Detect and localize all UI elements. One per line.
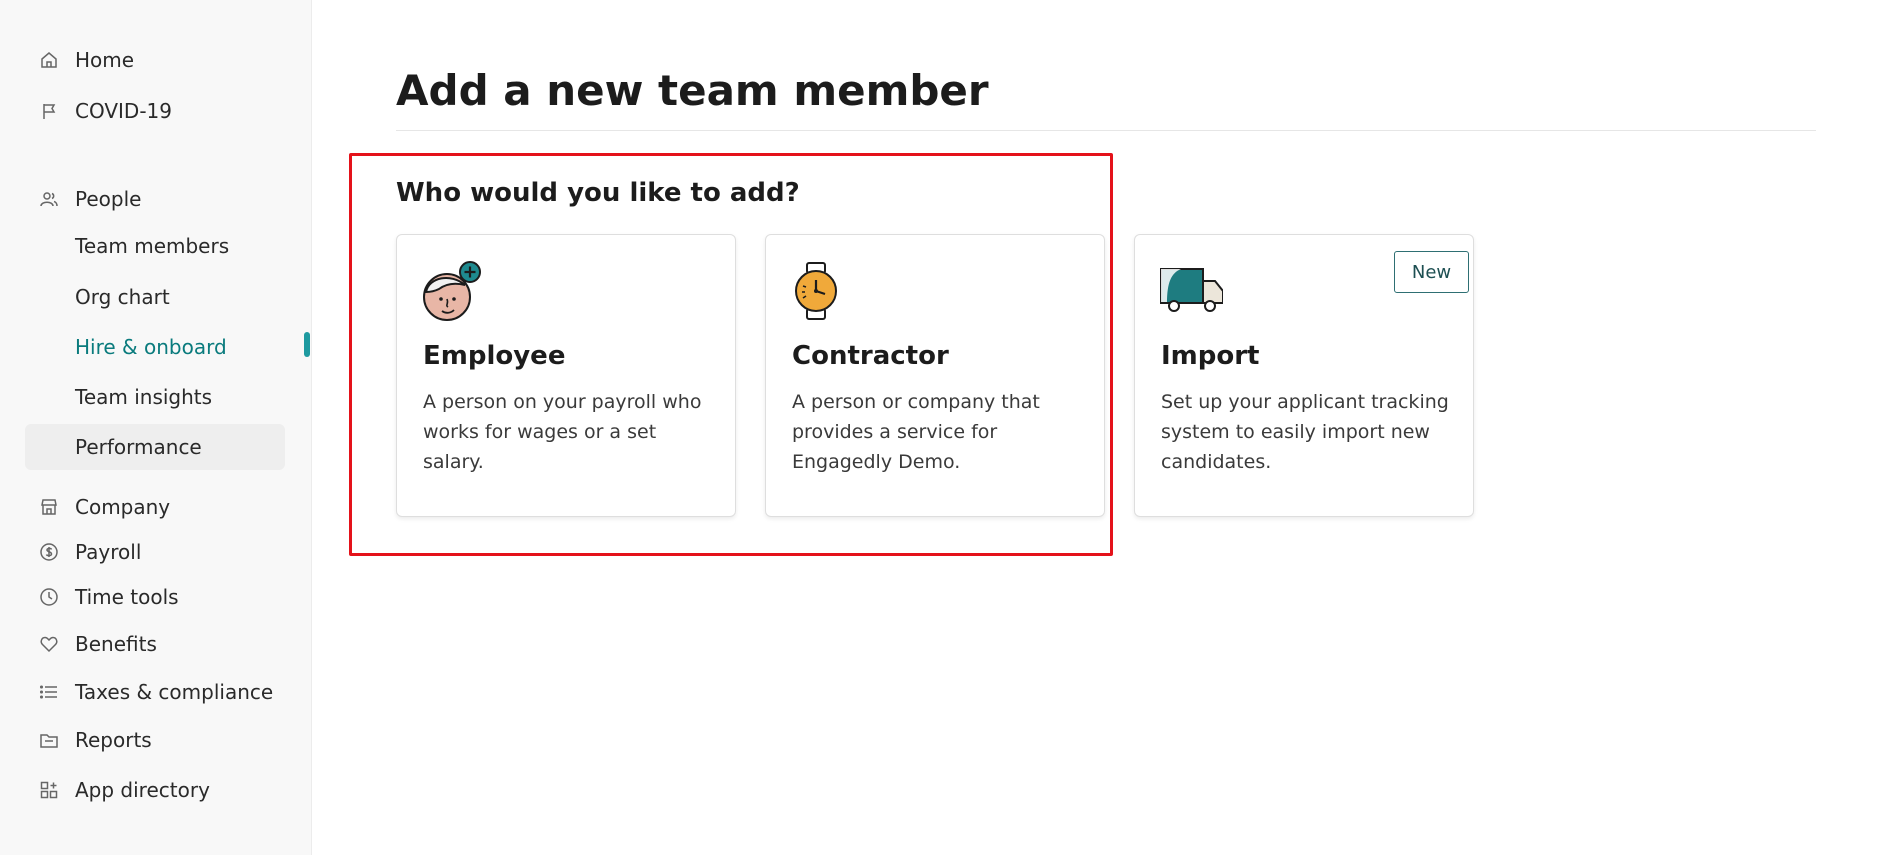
sidebar-item-label: App directory [75,778,210,802]
folder-icon [39,730,59,750]
sidebar-item-team-members[interactable]: Team members [25,223,285,269]
store-icon [39,497,59,517]
sidebar-item-taxes-compliance[interactable]: Taxes & compliance [25,669,285,715]
title-divider [396,130,1816,131]
sidebar-item-label: Home [75,48,135,72]
card-title: Import [1161,341,1260,371]
sidebar-item-people[interactable]: People [25,176,285,222]
people-icon [39,189,59,209]
employee-illustration-icon [421,259,485,323]
sidebar-item-label: People [75,187,142,211]
list-icon [39,682,59,702]
sidebar-item-covid-19[interactable]: COVID-19 [25,88,285,134]
clock-icon [39,587,59,607]
sidebar-item-label: Benefits [75,632,157,656]
page-title: Add a new team member [396,66,989,115]
employee-card[interactable]: Employee A person on your payroll who wo… [396,234,736,517]
new-badge: New [1394,251,1469,293]
watch-illustration-icon [790,259,854,323]
sidebar-item-label: Taxes & compliance [75,680,274,704]
sidebar-item-label: Time tools [75,585,179,609]
sidebar-item-time-tools[interactable]: Time tools [25,574,285,620]
sidebar-item-label: Org chart [75,285,170,309]
heart-icon [39,634,59,654]
card-title: Contractor [792,341,949,371]
sidebar-item-label: Team members [75,234,230,258]
dollar-icon [39,542,59,562]
sidebar-item-team-insights[interactable]: Team insights [25,374,285,420]
flag-icon [39,101,59,121]
sidebar-item-label: Company [75,495,171,519]
sidebar-item-label: Performance [75,435,202,459]
sidebar-item-org-chart[interactable]: Org chart [25,274,285,320]
sidebar-item-label: COVID-19 [75,99,173,123]
card-description: Set up your applicant tracking system to… [1161,391,1449,473]
truck-illustration-icon [1159,259,1224,323]
card-description: A person on your payroll who works for w… [423,391,702,473]
sidebar-item-label: Payroll [75,540,142,564]
sidebar-item-label: Reports [75,728,152,752]
sidebar-item-performance[interactable]: Performance [25,424,285,470]
sidebar-item-payroll[interactable]: Payroll [25,529,285,575]
apps-icon [39,780,59,800]
sidebar: Home COVID-19 People Team members Org ch… [0,0,312,855]
sidebar-item-label: Hire & onboard [75,335,227,359]
sidebar-item-reports[interactable]: Reports [25,717,285,763]
sidebar-item-company[interactable]: Company [25,484,285,530]
sidebar-item-hire-onboard[interactable]: Hire & onboard [25,324,285,370]
card-description: A person or company that provides a serv… [792,391,1040,473]
card-title: Employee [423,341,566,371]
sidebar-item-home[interactable]: Home [25,37,285,83]
sidebar-item-label: Team insights [75,385,213,409]
home-icon [39,50,59,70]
contractor-card[interactable]: Contractor A person or company that prov… [765,234,1105,517]
sidebar-item-app-directory[interactable]: App directory [25,767,285,813]
active-indicator [304,332,310,357]
sidebar-item-benefits[interactable]: Benefits [25,621,285,667]
